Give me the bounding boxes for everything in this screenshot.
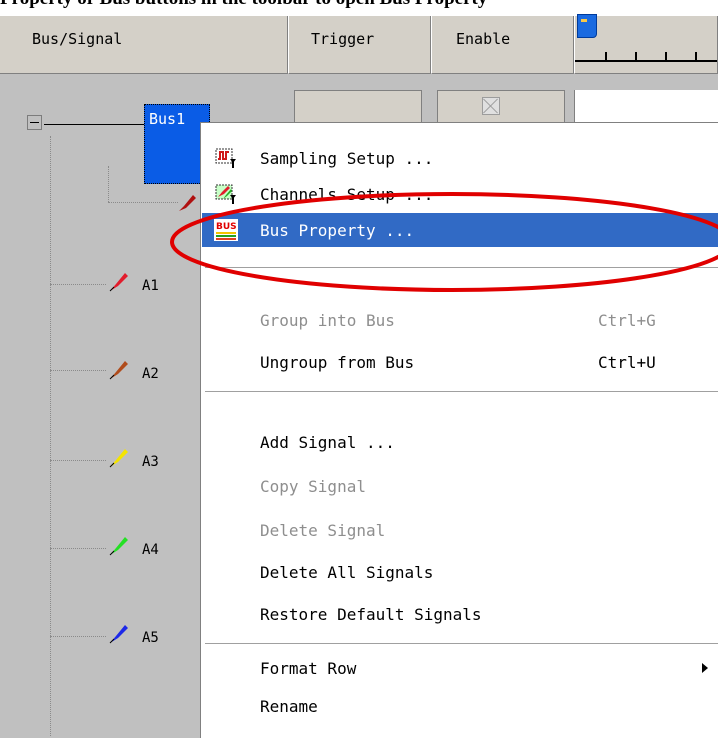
tree-guide-line	[50, 636, 106, 637]
menu-item-label: Rename	[260, 697, 318, 716]
bus-icon-text: BUS	[216, 222, 237, 232]
ruler-tick	[635, 52, 637, 62]
ruler-tick	[665, 52, 667, 62]
collapse-bus-toggle[interactable]	[27, 115, 42, 130]
tree-guide-line	[50, 460, 106, 461]
menu-item-sampling-setup[interactable]: Sampling Setup ...	[202, 141, 718, 175]
menu-item-delete-signal[interactable]: Delete Signal	[202, 513, 718, 547]
enable-checkbox[interactable]	[482, 97, 500, 115]
blue-probe-icon	[109, 625, 128, 644]
menu-item-label: Channels Setup ...	[260, 185, 434, 204]
signal-label: A5	[142, 630, 159, 646]
tree-guide-line	[50, 370, 106, 371]
menu-item-label: Delete Signal	[260, 521, 386, 540]
menu-item-shortcut: Ctrl+U	[598, 353, 656, 372]
menu-item-label: Group into Bus	[260, 311, 395, 330]
menu-item-shortcut: Ctrl+G	[598, 311, 656, 330]
menu-separator	[205, 391, 718, 393]
sampling-setup-icon	[215, 148, 236, 168]
menu-item-delete-all-signals[interactable]: Delete All Signals	[202, 555, 718, 589]
menu-separator	[205, 643, 718, 645]
tree-guide-line	[108, 202, 178, 203]
menu-item-label: Bus Property ...	[260, 221, 415, 240]
menu-item-rename[interactable]: Rename	[202, 689, 718, 723]
menu-item-label: Sampling Setup ...	[260, 149, 434, 168]
tree-guide-line	[50, 284, 106, 285]
trigger-header-label: Trigger	[311, 30, 375, 48]
bus-property-icon: BUS	[214, 219, 238, 241]
menu-item-label: Ungroup from Bus	[260, 353, 415, 372]
yellow-probe-icon	[109, 449, 128, 468]
menu-item-label: Format Row	[260, 659, 357, 678]
logic-analyzer-panel: Bus/Signal Trigger Enable Bus1 A1 A2 A3 …	[0, 14, 718, 738]
trigger-column-header[interactable]: Trigger	[288, 16, 431, 74]
menu-item-bus-property[interactable]: BUS Bus Property ...	[202, 213, 718, 247]
enable-column-header[interactable]: Enable	[431, 16, 574, 74]
menu-item-label: Delete All Signals	[260, 563, 434, 582]
channels-setup-icon	[215, 184, 236, 204]
time-cursor-marker-icon[interactable]	[577, 14, 597, 38]
caption-text: Property or Bus buttons in the toolbar t…	[0, 0, 718, 16]
submenu-arrow-icon	[702, 663, 708, 673]
tree-guide-line	[50, 548, 106, 549]
green-probe-icon	[109, 537, 128, 556]
menu-item-ungroup-from-bus[interactable]: Ungroup from Bus Ctrl+U	[202, 345, 718, 379]
signal-probe-partial	[176, 192, 200, 216]
signal-label: A4	[142, 542, 159, 558]
bus-signal-column-header[interactable]: Bus/Signal	[0, 16, 288, 74]
menu-item-restore-default-signals[interactable]: Restore Default Signals	[202, 597, 718, 631]
ruler-tick	[605, 52, 607, 62]
tree-guide-line	[108, 166, 109, 202]
menu-item-label: Restore Default Signals	[260, 605, 482, 624]
signal-label: A2	[142, 366, 159, 382]
menu-item-channels-setup[interactable]: Channels Setup ...	[202, 177, 718, 211]
menu-item-format-row[interactable]: Format Row	[202, 651, 718, 685]
brown-probe-icon	[109, 361, 128, 380]
bus-label: Bus1	[149, 110, 186, 128]
menu-item-label: Add Signal ...	[260, 433, 395, 452]
red-probe-icon	[109, 273, 128, 292]
context-menu: Sampling Setup ... Channels Setup ... BU…	[200, 122, 718, 738]
bus-signal-header-label: Bus/Signal	[32, 30, 123, 48]
bus-connector-line	[44, 124, 144, 125]
probe-icon	[179, 195, 196, 211]
tree-guide-line	[50, 136, 51, 736]
menu-item-add-signal[interactable]: Add Signal ...	[202, 425, 718, 459]
signal-label: A3	[142, 454, 159, 470]
enable-header-label: Enable	[456, 30, 511, 48]
menu-separator	[205, 267, 718, 269]
menu-item-label: Copy Signal	[260, 477, 366, 496]
signal-label: A1	[142, 278, 159, 294]
menu-item-group-into-bus[interactable]: Group into Bus Ctrl+G	[202, 303, 718, 337]
time-ruler[interactable]	[574, 14, 718, 74]
ruler-tick	[695, 52, 697, 62]
menu-item-copy-signal[interactable]: Copy Signal	[202, 469, 718, 503]
